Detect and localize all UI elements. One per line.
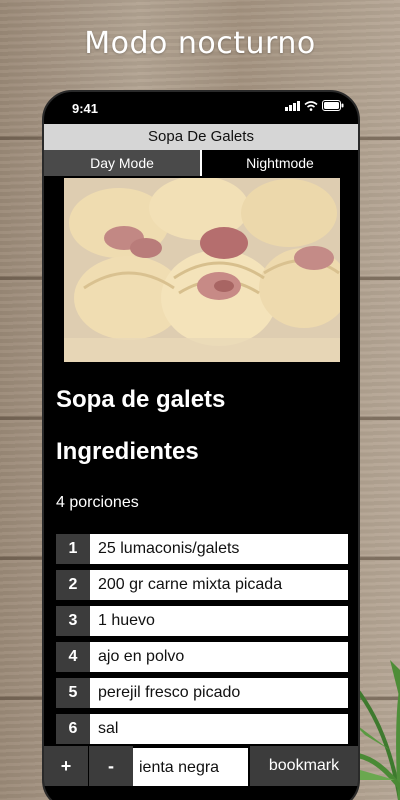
ingredient-number: 3 (56, 606, 90, 636)
phone-frame: 9:41 Sopa De Galets Day Mode Nightmode S… (42, 90, 360, 800)
ingredient-text: 25 lumaconis/galets (90, 534, 348, 564)
recipe-title: Sopa de galets (56, 386, 226, 413)
ingredients-heading: Ingredientes (56, 438, 199, 465)
ingredient-number: 2 (56, 570, 90, 600)
status-bar: 9:41 (44, 92, 358, 124)
phone-notch (114, 92, 290, 114)
ingredients-list: 1 25 lumaconis/galets 2 200 gr carne mix… (56, 534, 348, 750)
ingredient-text: perejil fresco picado (90, 678, 348, 708)
ingredient-text: 200 gr carne mixta picada (90, 570, 348, 600)
status-time: 9:41 (72, 101, 99, 116)
bookmark-button[interactable]: bookmark (250, 746, 358, 786)
status-icons (285, 100, 344, 111)
decrease-servings-button[interactable]: - (89, 746, 133, 786)
ingredient-text: ajo en polvo (90, 642, 348, 672)
signal-icon (285, 100, 300, 111)
list-item: 4 ajo en polvo (56, 642, 348, 672)
recipe-content: Sopa de galets Ingredientes 4 porciones … (44, 176, 358, 800)
ingredient-number: 4 (56, 642, 90, 672)
ingredient-text: sal (90, 714, 348, 744)
list-item: 3 1 huevo (56, 606, 348, 636)
recipe-photo (64, 178, 340, 362)
mode-tabs: Day Mode Nightmode (44, 150, 358, 176)
bottom-toolbar: + - ienta negra bookmark (44, 746, 358, 786)
ingredient-number: 5 (56, 678, 90, 708)
list-item: 1 25 lumaconis/galets (56, 534, 348, 564)
wifi-icon (304, 100, 318, 111)
list-item: 2 200 gr carne mixta picada (56, 570, 348, 600)
app-title-bar: Sopa De Galets (44, 124, 358, 150)
servings-label: 4 porciones (56, 494, 139, 511)
promo-headline: Modo nocturno (84, 26, 316, 61)
ingredient-number: 6 (56, 714, 90, 744)
ingredient-text: 1 huevo (90, 606, 348, 636)
increase-servings-button[interactable]: + (44, 746, 88, 786)
battery-icon (322, 100, 344, 111)
ingredient-number: 1 (56, 534, 90, 564)
tab-nightmode[interactable]: Nightmode (202, 150, 358, 176)
list-item: 6 sal (56, 714, 348, 744)
list-item: 5 perejil fresco picado (56, 678, 348, 708)
partial-ingredient-text: ienta negra (133, 746, 248, 786)
tab-day-mode[interactable]: Day Mode (44, 150, 202, 176)
